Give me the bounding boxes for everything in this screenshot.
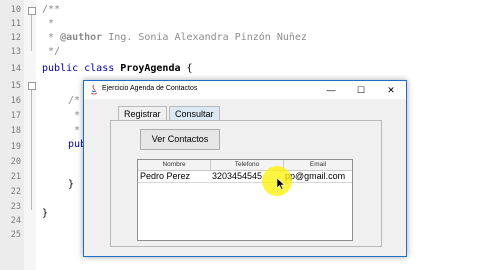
line-number: 21 bbox=[10, 172, 21, 182]
cell-email[interactable]: pp@gmail.com bbox=[285, 171, 351, 182]
window-title: Ejercicio Agenda de Contactos bbox=[102, 85, 198, 92]
code-line: */ bbox=[42, 46, 61, 57]
line-number: 18 bbox=[10, 126, 21, 136]
tab-registrar[interactable]: Registrar bbox=[118, 106, 167, 121]
line-number: 12 bbox=[10, 33, 21, 43]
brace-text: { bbox=[180, 63, 193, 74]
comment-text: Ing. Sonia Alexandra Pinzón Nuñez bbox=[102, 32, 307, 43]
fold-guide bbox=[31, 90, 32, 210]
code-line: } bbox=[42, 208, 49, 219]
fold-margin bbox=[24, 0, 36, 270]
line-number: 16 bbox=[10, 96, 21, 106]
class-name: ProyAgenda bbox=[120, 63, 181, 74]
tab-consultar[interactable]: Consultar bbox=[169, 106, 220, 121]
mouse-pointer-icon bbox=[277, 178, 285, 190]
row-divider bbox=[138, 182, 352, 183]
fold-toggle-icon[interactable] bbox=[28, 82, 36, 90]
line-number: 25 bbox=[10, 230, 21, 240]
code-line: * bbox=[42, 18, 55, 29]
line-number: 19 bbox=[10, 142, 21, 152]
window-titlebar[interactable]: Ejercicio Agenda de Contactos — ☐ ✕ bbox=[84, 81, 406, 99]
line-number: 20 bbox=[10, 157, 21, 167]
line-number: 24 bbox=[10, 216, 21, 226]
maximize-button[interactable]: ☐ bbox=[346, 81, 376, 99]
line-number: 13 bbox=[10, 47, 21, 57]
close-button[interactable]: ✕ bbox=[376, 81, 406, 99]
fold-guide bbox=[31, 15, 32, 51]
line-number: 23 bbox=[10, 202, 21, 212]
line-number-gutter: 10 11 12 13 14 15 16 17 18 19 20 21 22 2… bbox=[0, 0, 25, 270]
code-line: * bbox=[74, 110, 81, 121]
comment-text: * bbox=[42, 32, 61, 43]
line-number: 22 bbox=[10, 187, 21, 197]
code-line: public class ProyAgenda { bbox=[42, 62, 193, 76]
line-number: 15 bbox=[10, 81, 21, 91]
minimize-button[interactable]: — bbox=[316, 81, 346, 99]
ver-contactos-button[interactable]: Ver Contactos bbox=[140, 129, 220, 150]
column-header-email[interactable]: Email bbox=[284, 160, 352, 171]
code-line: /* bbox=[68, 95, 81, 106]
line-number: 14 bbox=[10, 64, 21, 74]
keyword-text: public class bbox=[42, 63, 121, 74]
agenda-window[interactable]: Ejercicio Agenda de Contactos — ☐ ✕ Regi… bbox=[83, 80, 407, 257]
code-line: * @author Ing. Sonia Alexandra Pinzón Nu… bbox=[42, 31, 307, 45]
java-app-icon bbox=[90, 84, 98, 95]
line-number: 17 bbox=[10, 111, 21, 121]
contacts-table[interactable]: Nombre Telefono Email Pedro Perez 320345… bbox=[137, 159, 353, 241]
fold-toggle-icon[interactable] bbox=[28, 7, 36, 15]
code-line: * bbox=[74, 125, 81, 136]
code-line: /** bbox=[42, 4, 61, 15]
cell-nombre[interactable]: Pedro Perez bbox=[140, 171, 210, 182]
author-tag: @author bbox=[60, 32, 103, 43]
code-line: } bbox=[68, 179, 75, 190]
column-header-nombre[interactable]: Nombre bbox=[138, 160, 211, 171]
line-number: 11 bbox=[10, 19, 21, 29]
line-number: 10 bbox=[10, 5, 21, 15]
